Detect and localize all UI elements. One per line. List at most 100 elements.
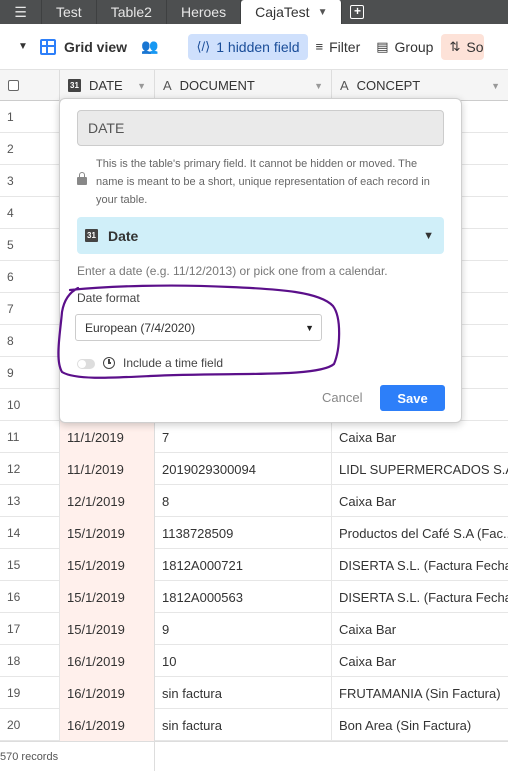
select-all-cell [0,70,60,101]
grid-footer: 570 records [0,741,508,771]
row-number: 20 [0,709,60,741]
date-cell[interactable]: 16/1/2019 [60,709,155,741]
concept-cell[interactable]: LIDL SUPERMERCADOS S.A... [332,453,508,485]
date-cell[interactable]: 15/1/2019 [60,581,155,613]
date-cell[interactable]: 16/1/2019 [60,645,155,677]
tab-cajatest[interactable]: CajaTest ▼ [241,0,343,24]
table-row[interactable]: 15 15/1/2019 1812A000721 DISERTA S.L. (Fact… [0,549,508,581]
group-button[interactable]: ▤ Group [368,34,441,60]
table-row[interactable]: 18 16/1/2019 10 Caixa Bar [0,645,508,677]
concept-cell[interactable]: FRUTAMANIA (Sin Factura) [332,677,508,709]
text-field-icon: A [340,78,349,93]
group-icon: ▤ [376,38,389,54]
table-row[interactable]: 16 15/1/2019 1812A000563 DISERTA S.L. (Fact… [0,581,508,613]
column-title: DOCUMENT [179,78,255,93]
row-number: 6 [0,261,60,293]
concept-cell[interactable]: Caixa Bar [332,421,508,453]
document-cell[interactable]: 1812A000721 [155,549,332,581]
include-time-toggle[interactable] [77,359,95,369]
include-time-label: Include a time field [123,356,224,370]
chevron-down-icon[interactable]: ▼ [18,41,32,52]
date-cell[interactable]: 15/1/2019 [60,549,155,581]
tab-label: Heroes [180,4,227,20]
chevron-down-icon[interactable]: ▼ [491,81,500,91]
row-number: 16 [0,581,60,613]
row-number: 18 [0,645,60,677]
date-cell[interactable]: 12/1/2019 [60,485,155,517]
row-number: 10 [0,389,60,421]
chevron-down-icon[interactable]: ▼ [137,81,146,91]
row-number: 5 [0,229,60,261]
date-cell[interactable]: 11/1/2019 [60,421,155,453]
concept-cell[interactable]: Caixa Bar [332,613,508,645]
filter-label: Filter [329,38,361,55]
row-number: 7 [0,293,60,325]
row-number: 11 [0,421,60,453]
row-number: 4 [0,197,60,229]
document-cell[interactable]: sin factura [155,677,332,709]
document-cell[interactable]: 10 [155,645,332,677]
table-row[interactable]: 11 11/1/2019 7 Caixa Bar [0,421,508,453]
calendar-icon: 31 [85,229,98,242]
document-cell[interactable]: 2019029300094 [155,453,332,485]
concept-cell[interactable]: Caixa Bar [332,485,508,517]
document-cell[interactable]: 1138728509 [155,517,332,549]
sort-label: So [466,38,484,55]
chevron-down-icon[interactable]: ▼ [318,7,328,18]
clock-icon [103,357,115,369]
date-cell[interactable]: 15/1/2019 [60,517,155,549]
chevron-down-icon[interactable]: ▼ [314,81,323,91]
row-number: 9 [0,357,60,389]
tab-table2[interactable]: Table2 [97,0,167,24]
concept-cell[interactable]: Productos del Café S.A (Fac... [332,517,508,549]
document-cell[interactable]: 7 [155,421,332,453]
field-name-input[interactable]: DATE [77,110,444,146]
concept-cell[interactable]: Bon Area (Sin Factura) [332,709,508,741]
group-label: Group [394,38,434,55]
table-row[interactable]: 20 16/1/2019 sin factura Bon Area (Sin Fact… [0,709,508,741]
table-row[interactable]: 12 11/1/2019 2019029300094 LIDL SUPERMERCAD… [0,453,508,485]
record-count: 570 records [0,751,59,763]
concept-cell[interactable]: Caixa Bar [332,645,508,677]
table-row[interactable]: 19 16/1/2019 sin factura FRUTAMANIA (Sin Fa… [0,677,508,709]
concept-cell[interactable]: DISERTA S.L. (Factura Fecha... [332,581,508,613]
column-header-date[interactable]: 31 DATE ▼ [60,70,155,101]
tab-test[interactable]: Test [42,0,97,24]
field-edit-dialog: DATE This is the table's primary field. … [59,98,462,423]
add-table-button[interactable]: + [342,0,372,24]
document-cell[interactable]: 8 [155,485,332,517]
date-cell[interactable]: 16/1/2019 [60,677,155,709]
table-row[interactable]: 14 15/1/2019 1138728509 Productos del Café … [0,517,508,549]
date-format-select[interactable]: European (7/4/2020) ▼ [75,314,322,341]
plus-icon: + [350,5,365,19]
table-row[interactable]: 17 15/1/2019 9 Caixa Bar [0,613,508,645]
sort-button[interactable]: ⇅ So [441,33,484,60]
date-cell[interactable]: 11/1/2019 [60,453,155,485]
cancel-button[interactable]: Cancel [322,390,362,405]
table-tab-bar: ☰ Test Table2 Heroes CajaTest ▼ + [0,0,508,24]
column-title: DATE [89,78,123,93]
hamburger-menu-icon[interactable]: ☰ [0,0,42,24]
document-cell[interactable]: 9 [155,613,332,645]
hide-fields-button[interactable]: ⟨/⟩ 1 hidden field [188,33,308,60]
concept-cell[interactable]: DISERTA S.L. (Factura Fecha... [332,549,508,581]
table-row[interactable]: 13 12/1/2019 8 Caixa Bar [0,485,508,517]
collaborators-icon[interactable]: 👥 [141,38,158,55]
column-header-concept[interactable]: A CONCEPT ▼ [332,70,508,101]
save-button[interactable]: Save [380,385,445,411]
document-cell[interactable]: 1812A000563 [155,581,332,613]
field-type-select[interactable]: 31 Date ▼ [77,217,444,254]
tab-heroes[interactable]: Heroes [167,0,242,24]
row-number: 2 [0,133,60,165]
document-cell[interactable]: sin factura [155,709,332,741]
row-number: 17 [0,613,60,645]
field-type-hint: Enter a date (e.g. 11/12/2013) or pick o… [77,264,388,278]
select-all-checkbox[interactable] [8,80,19,91]
row-number: 8 [0,325,60,357]
date-cell[interactable]: 15/1/2019 [60,613,155,645]
grid-view-icon [40,38,56,55]
filter-button[interactable]: ≡ Filter [308,34,369,60]
view-switcher[interactable]: Grid view [64,39,127,55]
tab-label: Test [56,4,82,20]
column-header-document[interactable]: A DOCUMENT ▼ [155,70,332,101]
